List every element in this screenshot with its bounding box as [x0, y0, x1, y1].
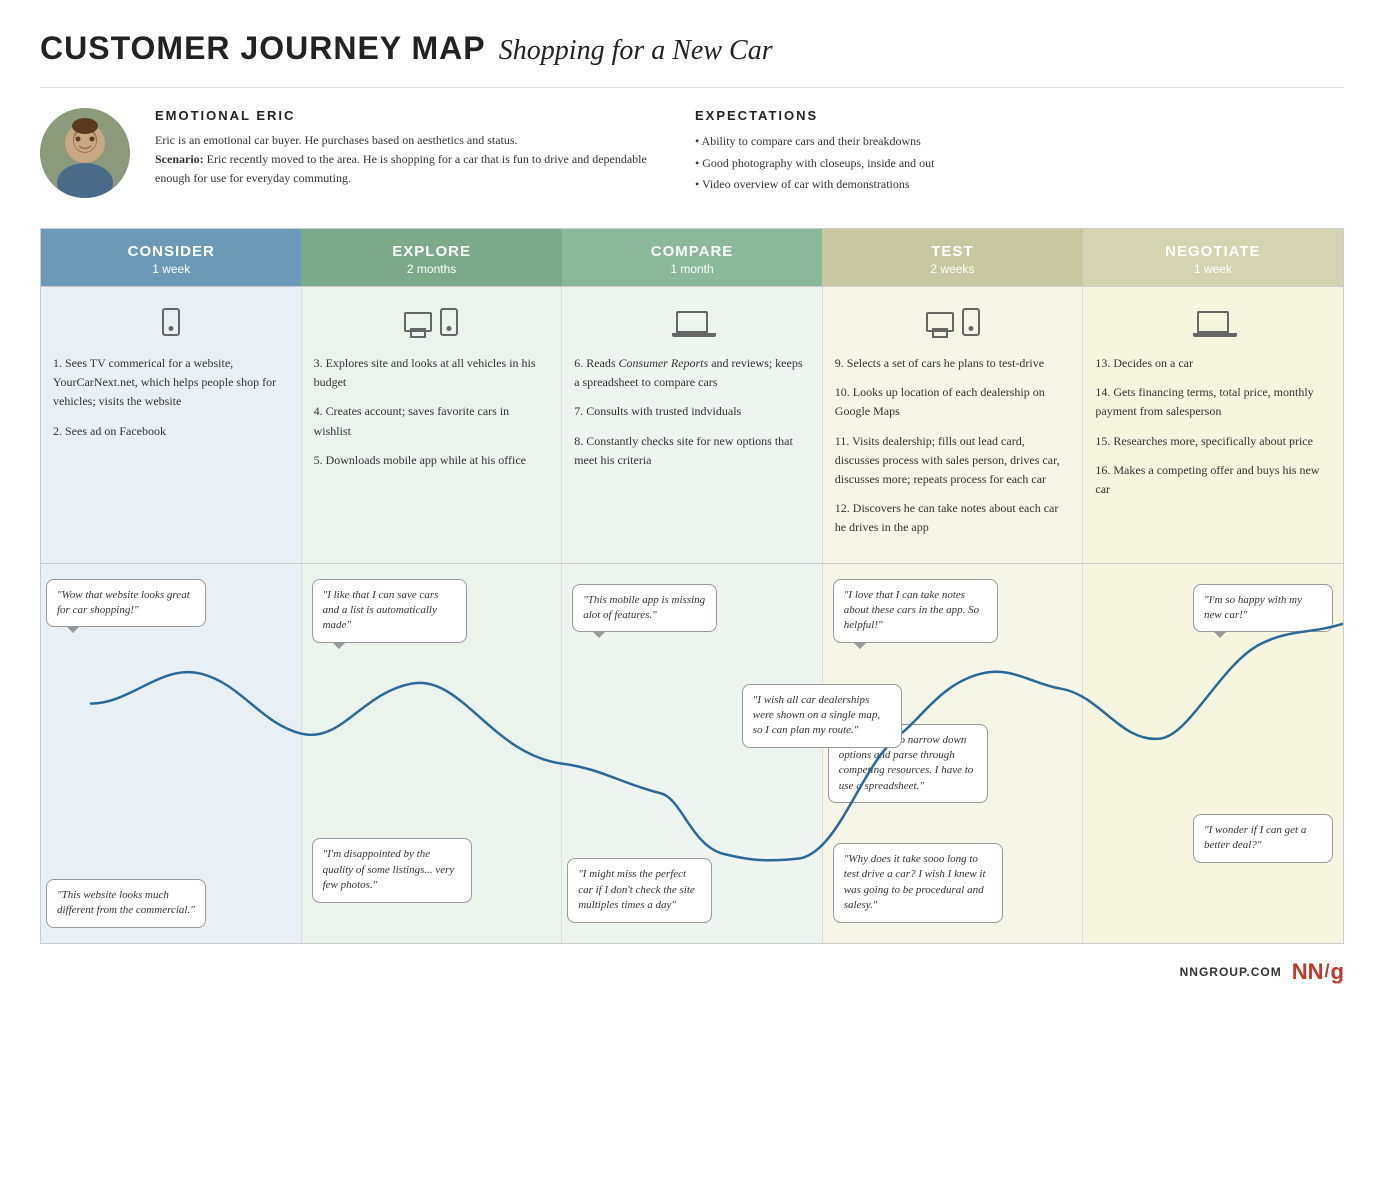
- scenario-label: Scenario:: [155, 152, 204, 166]
- bubble-test-positive: "I love that I can take notes about thes…: [833, 579, 998, 643]
- steps-explore: 3. Explores site and looks at all vehicl…: [314, 354, 550, 470]
- expectation-item: Video overview of car with demonstration…: [695, 174, 1344, 196]
- persona-info: EMOTIONAL ERIC Eric is an emotional car …: [155, 108, 655, 189]
- phase-headers: CONSIDER 1 week EXPLORE 2 months COMPARE…: [41, 229, 1343, 286]
- phase-name-explore: EXPLORE: [311, 243, 551, 260]
- phase-content-row: 1. Sees TV commerical for a website, You…: [41, 286, 1343, 563]
- emotion-col-explore: "I like that I can save cars and a list …: [302, 564, 563, 943]
- phase-duration-explore: 2 months: [311, 262, 551, 276]
- step-item: 6. Reads Consumer Reports and reviews; k…: [574, 354, 810, 392]
- step-item: 4. Creates account; saves favorite cars …: [314, 402, 550, 440]
- expectation-item: Good photography with closeups, inside a…: [695, 153, 1344, 175]
- device-icons-explore: [314, 302, 550, 342]
- step-item: 11. Visits dealership; fills out lead ca…: [835, 432, 1071, 490]
- phase-header-negotiate: NEGOTIATE 1 week: [1083, 229, 1343, 286]
- nn-logo-text: NN: [1292, 959, 1324, 985]
- persona-description: Eric is an emotional car buyer. He purch…: [155, 131, 655, 189]
- device-icons-negotiate: [1095, 302, 1331, 342]
- footer-brand: NNGROUP.COM: [1180, 965, 1282, 979]
- step-item: 8. Constantly checks site for new option…: [574, 432, 810, 470]
- phase-duration-consider: 1 week: [51, 262, 291, 276]
- bubble-consider-negative: "This website looks much different from …: [46, 879, 206, 928]
- expectations-list: Ability to compare cars and their breakd…: [695, 131, 1344, 196]
- phase-col-compare: 6. Reads Consumer Reports and reviews; k…: [562, 287, 823, 563]
- step-item: 9. Selects a set of cars he plans to tes…: [835, 354, 1071, 373]
- emotion-col-test: "I love that I can take notes about thes…: [823, 564, 1084, 943]
- steps-compare: 6. Reads Consumer Reports and reviews; k…: [574, 354, 810, 470]
- phase-col-consider: 1. Sees TV commerical for a website, You…: [41, 287, 302, 563]
- persona-name: EMOTIONAL ERIC: [155, 108, 655, 123]
- emotion-col-consider: "Wow that website looks great for car sh…: [41, 564, 302, 943]
- device-icons-consider: [53, 302, 289, 342]
- phase-header-compare: COMPARE 1 month: [562, 229, 822, 286]
- phase-duration-test: 2 weeks: [832, 262, 1072, 276]
- phase-name-negotiate: NEGOTIATE: [1093, 243, 1333, 260]
- emotion-section: "Wow that website looks great for car sh…: [41, 563, 1343, 943]
- step-item: 1. Sees TV commerical for a website, You…: [53, 354, 289, 412]
- main-subtitle: Shopping for a New Car: [499, 35, 773, 66]
- phase-duration-compare: 1 month: [572, 262, 812, 276]
- phase-header-explore: EXPLORE 2 months: [301, 229, 561, 286]
- phone-icon: [962, 308, 980, 336]
- expectation-item: Ability to compare cars and their breakd…: [695, 131, 1344, 153]
- device-icons-compare: [574, 302, 810, 342]
- phase-name-compare: COMPARE: [572, 243, 812, 260]
- nn-logo: NN/g: [1292, 959, 1344, 985]
- device-icons-test: [835, 302, 1071, 342]
- phase-name-test: TEST: [832, 243, 1072, 260]
- persona-scenario: Eric recently moved to the area. He is s…: [155, 152, 647, 185]
- phase-col-test: 9. Selects a set of cars he plans to tes…: [823, 287, 1084, 563]
- bubble-explore-negative: "I'm disappointed by the quality of some…: [312, 838, 472, 902]
- steps-negotiate: 13. Decides on a car 14. Gets financing …: [1095, 354, 1331, 499]
- step-item: 2. Sees ad on Facebook: [53, 422, 289, 441]
- bubble-negotiate-negative: "I wonder if I can get a better deal?": [1193, 814, 1333, 863]
- expectations-title: EXPECTATIONS: [695, 108, 1344, 123]
- emotion-col-compare: "This mobile app is missing alot of feat…: [562, 564, 823, 943]
- laptop-icon: [1197, 311, 1229, 333]
- phone-icon: [440, 308, 458, 336]
- step-item: 3. Explores site and looks at all vehicl…: [314, 354, 550, 392]
- bubble-explore-positive: "I like that I can save cars and a list …: [312, 579, 467, 643]
- steps-consider: 1. Sees TV commerical for a website, You…: [53, 354, 289, 441]
- step-item: 16. Makes a competing offer and buys his…: [1095, 461, 1331, 499]
- steps-test: 9. Selects a set of cars he plans to tes…: [835, 354, 1071, 538]
- main-title: CUSTOMER JOURNEY MAP: [40, 30, 486, 66]
- desktop-icon: [404, 312, 432, 332]
- phase-header-consider: CONSIDER 1 week: [41, 229, 301, 286]
- phone-icon: [162, 308, 180, 336]
- phase-duration-negotiate: 1 week: [1093, 262, 1333, 276]
- step-item: 13. Decides on a car: [1095, 354, 1331, 373]
- bubble-test-negative: "Why does it take sooo long to test driv…: [833, 843, 1003, 923]
- title-section: CUSTOMER JOURNEY MAP Shopping for a New …: [40, 30, 1344, 67]
- bubble-negotiate-positive: "I'm so happy with my new car!": [1193, 584, 1333, 633]
- phase-header-test: TEST 2 weeks: [822, 229, 1082, 286]
- avatar: [40, 108, 130, 198]
- persona-section: EMOTIONAL ERIC Eric is an emotional car …: [40, 87, 1344, 198]
- phase-col-explore: 3. Explores site and looks at all vehicl…: [302, 287, 563, 563]
- step-item: 5. Downloads mobile app while at his off…: [314, 451, 550, 470]
- laptop-icon: [676, 311, 708, 333]
- phase-name-consider: CONSIDER: [51, 243, 291, 260]
- step-item: 10. Looks up location of each dealership…: [835, 383, 1071, 421]
- expectations-section: EXPECTATIONS Ability to compare cars and…: [695, 108, 1344, 196]
- bubble-compare-mid: "I wish all car dealerships were shown o…: [742, 684, 902, 748]
- step-item: 15. Researches more, specifically about …: [1095, 432, 1331, 451]
- step-item: 14. Gets financing terms, total price, m…: [1095, 383, 1331, 421]
- bubble-consider-positive: "Wow that website looks great for car sh…: [46, 579, 206, 628]
- emotion-col-negotiate: "I'm so happy with my new car!" "I wonde…: [1083, 564, 1343, 943]
- step-item: 12. Discovers he can take notes about ea…: [835, 499, 1071, 537]
- phase-col-negotiate: 13. Decides on a car 14. Gets financing …: [1083, 287, 1343, 563]
- footer: NNGROUP.COM NN/g: [40, 949, 1344, 985]
- journey-map: CONSIDER 1 week EXPLORE 2 months COMPARE…: [40, 228, 1344, 944]
- step-item: 7. Consults with trusted indviduals: [574, 402, 810, 421]
- desktop-icon: [926, 312, 954, 332]
- bubble-compare-negative: "I might miss the perfect car if I don't…: [567, 858, 712, 922]
- bubble-compare-positive: "This mobile app is missing alot of feat…: [572, 584, 717, 633]
